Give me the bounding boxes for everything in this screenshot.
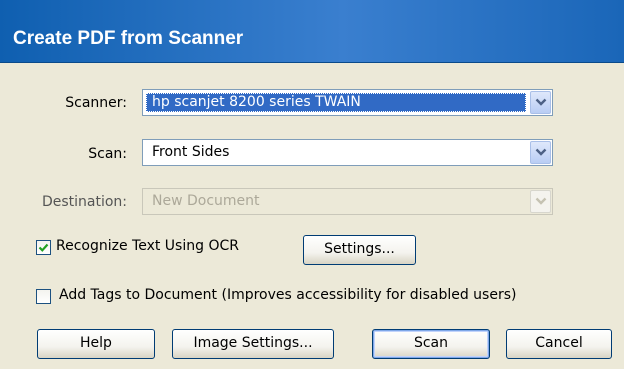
checkmark-icon: [38, 243, 49, 252]
destination-selected-value: New Document: [152, 193, 260, 209]
dialog-title: Create PDF from Scanner: [13, 28, 244, 49]
scanner-selected-value: hp scanjet 8200 series TWAIN: [146, 93, 526, 112]
create-pdf-dialog: Create PDF from Scanner Scanner: hp scan…: [0, 0, 624, 369]
add-tags-checkbox-label[interactable]: Add Tags to Document (Improves accessibi…: [59, 287, 516, 303]
title-bar[interactable]: Create PDF from Scanner: [0, 0, 624, 63]
scanner-dropdown[interactable]: hp scanjet 8200 series TWAIN: [142, 89, 553, 116]
scanner-label: Scanner:: [65, 95, 127, 111]
scan-dropdown-button[interactable]: [530, 141, 551, 164]
chevron-down-icon: [535, 148, 547, 156]
chevron-down-icon: [535, 98, 547, 106]
ocr-settings-button[interactable]: Settings...: [303, 235, 416, 265]
destination-label: Destination:: [41, 194, 127, 210]
scan-sides-dropdown[interactable]: Front Sides: [142, 139, 553, 166]
cancel-button[interactable]: Cancel: [506, 329, 612, 359]
ocr-checkbox-label[interactable]: Recognize Text Using OCR: [56, 238, 239, 254]
destination-dropdown: New Document: [142, 188, 553, 215]
scan-button[interactable]: Scan: [372, 329, 490, 359]
image-settings-button[interactable]: Image Settings...: [172, 329, 334, 359]
chevron-down-icon: [535, 197, 547, 205]
help-button[interactable]: Help: [37, 329, 155, 359]
scan-selected-value: Front Sides: [152, 144, 230, 160]
add-tags-checkbox[interactable]: [36, 289, 51, 304]
scanner-dropdown-button[interactable]: [530, 91, 551, 114]
scan-label: Scan:: [88, 146, 127, 162]
ocr-checkbox[interactable]: [36, 240, 51, 255]
destination-dropdown-button: [530, 190, 551, 213]
